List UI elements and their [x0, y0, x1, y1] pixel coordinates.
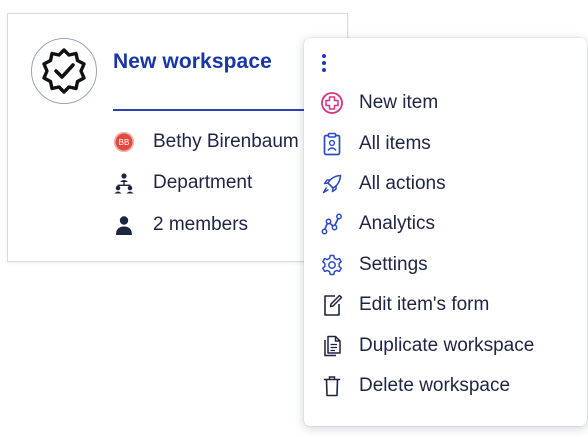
menu-item-label: New item: [359, 92, 439, 113]
owner-row: BB Bethy Birenbaum: [113, 131, 299, 153]
person-icon: [113, 214, 135, 236]
rocket-icon: [320, 172, 344, 196]
org-chart-icon: [113, 172, 135, 194]
menu-item-label: Edit item's form: [359, 294, 490, 315]
more-options-icon[interactable]: [316, 50, 332, 76]
department-label: Department: [153, 172, 253, 193]
duplicate-icon: [320, 334, 344, 358]
menu-item-analytics[interactable]: Analytics: [304, 204, 587, 244]
members-row: 2 members: [113, 214, 248, 236]
title-divider: [113, 109, 333, 111]
menu-item-label: All items: [359, 133, 431, 154]
gear-icon: [320, 253, 344, 277]
department-row: Department: [113, 172, 252, 194]
menu-item-new-item[interactable]: New item: [304, 83, 587, 123]
workspace-card[interactable]: New workspace BB Bethy Birenbaum Departm…: [7, 13, 348, 262]
menu-item-duplicate[interactable]: Duplicate workspace: [304, 326, 587, 366]
menu-item-label: Settings: [359, 254, 428, 275]
menu-item-all-items[interactable]: All items: [304, 124, 587, 164]
owner-name: Bethy Birenbaum: [153, 131, 299, 152]
owner-avatar: BB: [113, 131, 135, 153]
members-count: 2 members: [153, 214, 249, 235]
clipboard-icon: [320, 132, 344, 156]
menu-item-label: Duplicate workspace: [359, 335, 535, 356]
workspace-avatar: [31, 38, 97, 104]
analytics-icon: [320, 212, 344, 236]
menu-item-label: Analytics: [359, 213, 436, 234]
menu-item-delete[interactable]: Delete workspace: [304, 366, 587, 406]
edit-form-icon: [320, 293, 344, 317]
trash-icon: [320, 374, 344, 398]
verified-badge-icon: [42, 48, 86, 94]
menu-item-label: All actions: [359, 173, 446, 194]
workspace-context-menu: New item All items All actions Analytics…: [304, 38, 587, 426]
menu-item-label: Delete workspace: [359, 375, 511, 396]
owner-initials: BB: [114, 132, 134, 152]
menu-item-settings[interactable]: Settings: [304, 245, 587, 285]
workspace-title[interactable]: New workspace: [113, 50, 272, 74]
menu-item-all-actions[interactable]: All actions: [304, 164, 587, 204]
menu-item-edit-form[interactable]: Edit item's form: [304, 285, 587, 325]
plus-circle-icon: [320, 91, 344, 115]
